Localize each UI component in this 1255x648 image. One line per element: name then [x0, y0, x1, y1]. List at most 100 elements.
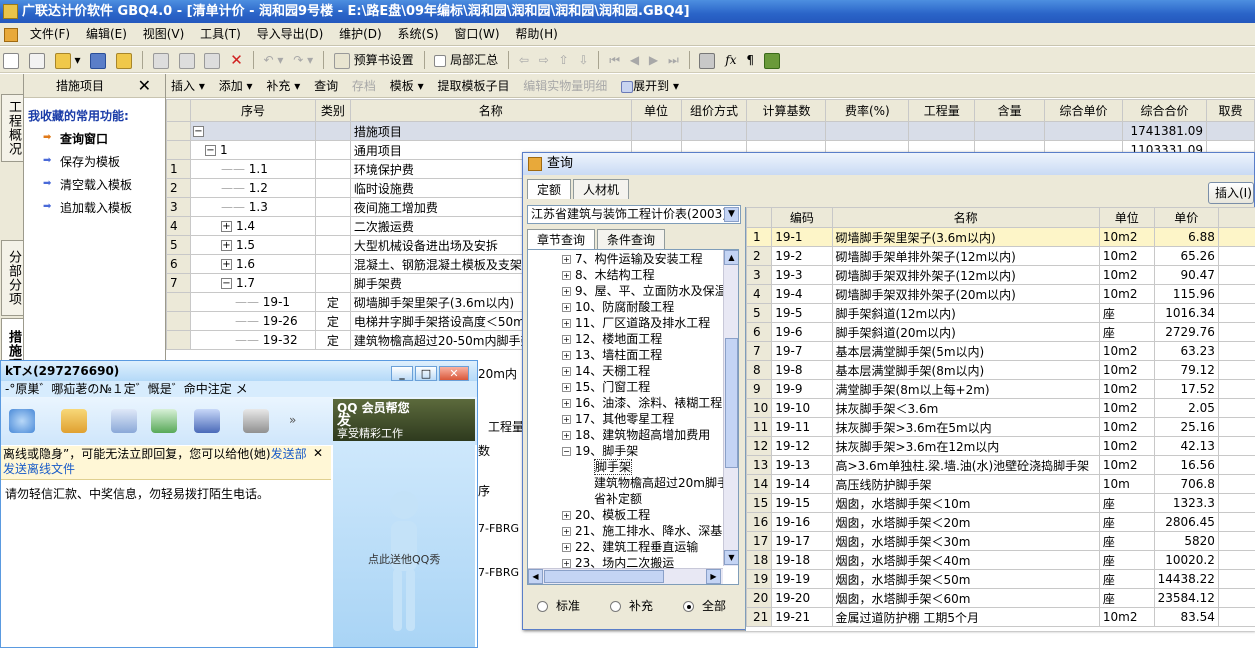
cell-category[interactable]: 定: [314, 292, 351, 312]
tree-node[interactable]: +17、其他零星工程: [562, 411, 674, 427]
expand-icon[interactable]: +: [220, 240, 232, 251]
template-button[interactable]: 模板 ▾: [385, 74, 429, 98]
query-dialog[interactable]: 查询 定额 人材机 插入(I) 江苏省建筑与装饰工程计价表(2003) ▼ 章节查…: [522, 152, 1255, 631]
scroll-thumb[interactable]: [725, 338, 738, 468]
cell-code[interactable]: 19-17: [771, 531, 833, 551]
cell-name[interactable]: 基本层满堂脚手架(8m以内): [831, 360, 1100, 380]
expand-icon[interactable]: +: [562, 415, 571, 424]
expand-icon[interactable]: +: [220, 259, 232, 270]
cut-button[interactable]: [201, 49, 223, 71]
budget-settings-button[interactable]: 预算书设置: [331, 49, 417, 71]
send-qq-show-link[interactable]: 点此送他QQ秀: [368, 551, 440, 567]
cell-seq[interactable]: +1.4: [189, 216, 316, 236]
column-header[interactable]: 综合合价: [1122, 99, 1207, 122]
cell-name[interactable]: 抹灰脚手架＜3.6m: [831, 398, 1100, 418]
cell-name[interactable]: 基本层满堂脚手架(5m以内): [831, 341, 1100, 361]
cell-code[interactable]: 19-14: [771, 474, 833, 494]
table-row[interactable]: 10 19-10 抹灰脚手架＜3.6m 10m2 2.05: [746, 398, 1255, 418]
tree-node[interactable]: +9、屋、平、立面防水及保温: [562, 283, 727, 299]
cell-code[interactable]: 19-18: [771, 550, 833, 570]
cell-name[interactable]: 高>3.6m单独柱.梁.墙.油(水)池壁砼浇捣脚手架: [831, 455, 1100, 475]
prev-icon[interactable]: ◀: [627, 49, 642, 71]
arrow-right-icon[interactable]: ⇨: [536, 49, 552, 71]
close-icon[interactable]: ✕: [439, 366, 469, 381]
expand-icon[interactable]: +: [562, 543, 571, 552]
menu-system[interactable]: 系统(S): [392, 23, 445, 46]
cell-code[interactable]: 19-11: [771, 417, 833, 437]
column-header[interactable]: 单价: [1153, 207, 1219, 228]
add-contact-icon[interactable]: [151, 409, 177, 433]
cell-unit[interactable]: 座: [1098, 322, 1155, 342]
tree-node[interactable]: +12、楼地面工程: [562, 331, 662, 347]
paragraph-icon[interactable]: ¶: [743, 49, 757, 71]
cell-code[interactable]: 19-1: [771, 227, 833, 247]
folder-icon[interactable]: [61, 409, 87, 433]
archive-button[interactable]: 存档: [347, 74, 381, 98]
cell-category[interactable]: [314, 254, 351, 274]
tree-node[interactable]: +21、施工排水、降水、深基: [562, 523, 722, 539]
cell-empty[interactable]: [974, 121, 1046, 141]
cell-price[interactable]: 2729.76: [1153, 322, 1219, 342]
cell-unit[interactable]: 座: [1098, 588, 1155, 608]
app-icon[interactable]: [194, 409, 220, 433]
cell-code[interactable]: 19-20: [771, 588, 833, 608]
column-header[interactable]: 含量: [974, 99, 1046, 122]
cell-price[interactable]: 10020.2: [1153, 550, 1219, 570]
cell-code[interactable]: 19-6: [771, 322, 833, 342]
formula-icon[interactable]: fx: [722, 49, 739, 71]
table-row[interactable]: 15 19-15 烟囱，水塔脚手架＜10m 座 1323.3: [746, 493, 1255, 513]
tree-node[interactable]: +10、防腐耐酸工程: [562, 299, 674, 315]
cell-unit[interactable]: 10m2: [1098, 607, 1155, 627]
cell-category[interactable]: [314, 235, 351, 255]
cell-category[interactable]: [314, 159, 351, 179]
copy-button[interactable]: [150, 49, 172, 71]
fav-clear-load-template[interactable]: ➡ 清空载入模板: [24, 170, 165, 193]
cell-name[interactable]: 烟囱，水塔脚手架＜60m: [831, 588, 1100, 608]
collapse-icon[interactable]: −: [562, 447, 571, 456]
cell-name[interactable]: 砌墙脚手架双排外架子(12m以内): [831, 265, 1100, 285]
table-row[interactable]: 14 19-14 高压线防护脚手架 10m 706.8: [746, 474, 1255, 494]
menu-tools[interactable]: 工具(T): [194, 23, 247, 46]
column-header[interactable]: 单位: [630, 99, 682, 122]
tab-project-overview[interactable]: 工程概况: [1, 94, 23, 162]
expand-icon[interactable]: +: [562, 287, 571, 296]
cell-unit[interactable]: 10m2: [1098, 379, 1155, 399]
cell-code[interactable]: 19-10: [771, 398, 833, 418]
tree-horizontal-scrollbar[interactable]: ◀ ▶: [528, 568, 723, 584]
cell-name[interactable]: 抹灰脚手架>3.6m在12m以内: [831, 436, 1100, 456]
table-row[interactable]: 7 19-7 基本层满堂脚手架(5m以内) 10m2 63.23: [746, 341, 1255, 361]
calculator-icon[interactable]: [696, 49, 718, 71]
cell-unit[interactable]: 10m2: [1098, 265, 1155, 285]
cell-empty[interactable]: [825, 121, 910, 141]
menu-help[interactable]: 帮助(H): [509, 23, 563, 46]
menu-edit[interactable]: 编辑(E): [80, 23, 133, 46]
cell-unit[interactable]: 座: [1098, 550, 1155, 570]
cell-seq[interactable]: —— 19-32: [189, 330, 316, 350]
cell-unit-price[interactable]: [1044, 121, 1124, 141]
table-row[interactable]: 8 19-8 基本层满堂脚手架(8m以内) 10m2 79.12: [746, 360, 1255, 380]
cell-code[interactable]: 19-16: [771, 512, 833, 532]
cell-unit[interactable]: 10m2: [1098, 227, 1155, 247]
menu-window[interactable]: 窗口(W): [448, 23, 505, 46]
cell-name[interactable]: 脚手架斜道(12m以内): [831, 303, 1100, 323]
document-icon[interactable]: [4, 27, 18, 42]
cell-price[interactable]: 706.8: [1153, 474, 1219, 494]
cell-code[interactable]: 19-9: [771, 379, 833, 399]
tab-quota[interactable]: 定额: [527, 179, 572, 199]
cell-seq[interactable]: −1: [189, 140, 316, 160]
cell-price[interactable]: 79.12: [1153, 360, 1219, 380]
cell-price[interactable]: 23584.12: [1153, 588, 1219, 608]
cell-unit[interactable]: 座: [1098, 531, 1155, 551]
new-button[interactable]: [0, 49, 22, 71]
cell-price[interactable]: 5820: [1153, 531, 1219, 551]
tree-node[interactable]: +7、构件运输及安装工程: [562, 251, 703, 267]
tab-labor-material-machine[interactable]: 人材机: [573, 179, 630, 199]
scroll-thumb[interactable]: [544, 570, 664, 583]
expand-icon[interactable]: +: [562, 527, 571, 536]
menu-import-export[interactable]: 导入导出(D): [251, 23, 330, 46]
cell-seq[interactable]: —— 1.2: [189, 178, 316, 198]
cell-unit[interactable]: 10m2: [1098, 398, 1155, 418]
fav-save-template[interactable]: ➡ 保存为模板: [24, 147, 165, 170]
minimize-icon[interactable]: _: [391, 366, 413, 381]
cell-price[interactable]: 1016.34: [1153, 303, 1219, 323]
